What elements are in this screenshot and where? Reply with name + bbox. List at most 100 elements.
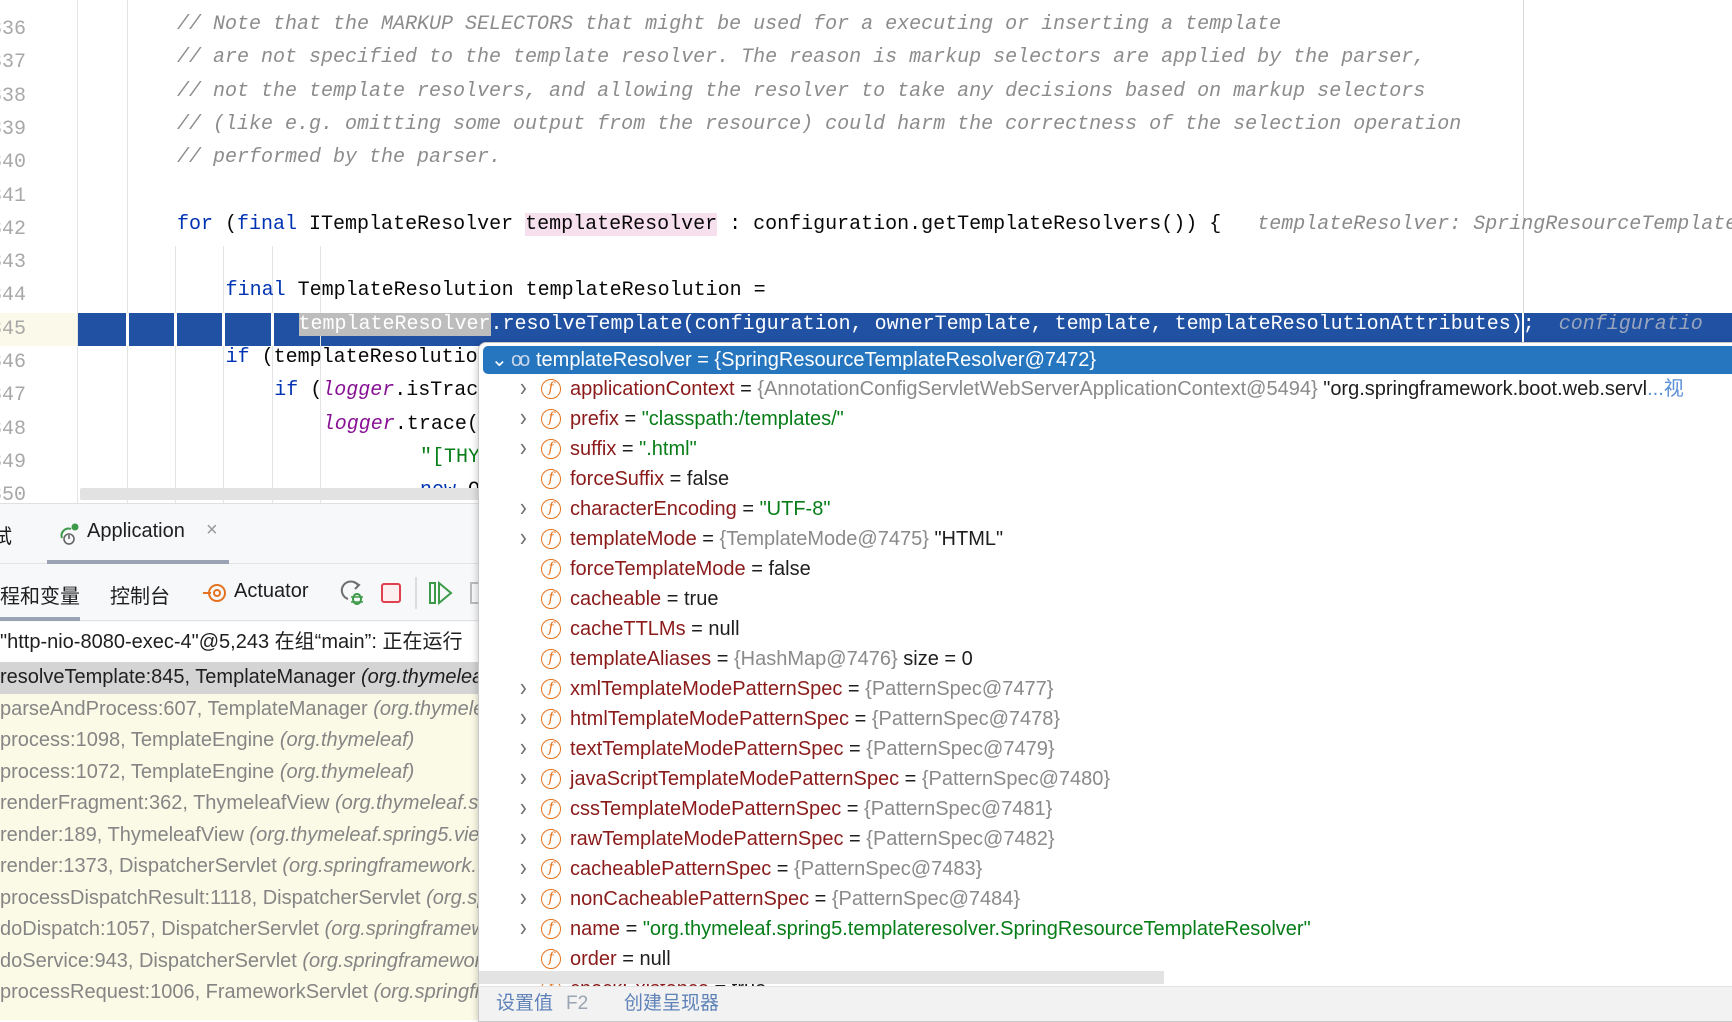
variable-field-row[interactable]: › f prefix = "classpath:/templates/" bbox=[479, 402, 1732, 434]
variable-field-row[interactable]: › f name = "org.thymeleaf.spring5.template… bbox=[479, 912, 1732, 944]
chevron-right-icon[interactable]: › bbox=[520, 882, 527, 912]
popup-root-row[interactable]: ⌄ oo templateResolver = {SpringResourceT… bbox=[483, 346, 1732, 374]
stack-frame[interactable]: process:1072, TemplateEngine (org.thymel… bbox=[0, 757, 478, 789]
chevron-down-icon[interactable]: ⌄ bbox=[491, 346, 508, 374]
line-number: 844 bbox=[0, 284, 26, 308]
create-renderer-link[interactable]: 创建呈现器 bbox=[624, 987, 719, 1021]
stack-frame[interactable]: resolveTemplate:845, TemplateManager (or… bbox=[0, 662, 478, 694]
code-line[interactable]: // performed by the parser. bbox=[177, 146, 501, 179]
indent-guide bbox=[77, 0, 78, 503]
code-line[interactable]: if (logger.isTrac bbox=[274, 379, 478, 412]
field-icon: f bbox=[541, 619, 561, 639]
field-name: cacheable bbox=[570, 588, 662, 610]
tab-actuator[interactable]: Actuator bbox=[234, 580, 308, 603]
chevron-right-icon[interactable]: › bbox=[520, 522, 527, 552]
code-line[interactable]: for (final ITemplateResolver templateRes… bbox=[177, 212, 1732, 246]
resume-icon[interactable] bbox=[428, 580, 454, 606]
chevron-right-icon[interactable]: › bbox=[520, 432, 527, 462]
code-line[interactable]: // (like e.g. omitting some output from … bbox=[177, 113, 1461, 146]
variable-field-row[interactable]: › f characterEncoding = "UTF-8" bbox=[479, 492, 1732, 524]
field-name: templateMode bbox=[570, 528, 697, 550]
variable-field-row[interactable]: › f suffix = ".html" bbox=[479, 432, 1732, 464]
variable-field-row[interactable]: › f htmlTemplateModePatternSpec = {Pattern… bbox=[479, 702, 1732, 734]
stack-frame[interactable]: processRequest:1006, FrameworkServlet (o… bbox=[0, 977, 478, 1009]
code-line[interactable]: logger.trace( bbox=[323, 413, 478, 446]
chevron-right-icon[interactable]: › bbox=[520, 762, 527, 792]
field-value: {PatternSpec@7480} bbox=[921, 768, 1111, 790]
chevron-right-icon[interactable]: › bbox=[520, 732, 527, 762]
stack-frame[interactable]: doDispatch:1057, DispatcherServlet (org.… bbox=[0, 914, 478, 946]
line-number: 839 bbox=[0, 117, 26, 141]
equals-sign: = bbox=[616, 438, 640, 460]
field-value: false bbox=[686, 468, 730, 490]
field-icon: f bbox=[541, 829, 561, 849]
code-line[interactable]: if (templateResolutio bbox=[226, 346, 478, 379]
code-line[interactable]: final TemplateResolution templateResolut… bbox=[226, 279, 766, 312]
variable-field-row[interactable]: f templateAliases = {HashMap@7476} size =… bbox=[479, 644, 1732, 674]
field-text: cacheablePatternSpec = {PatternSpec@7483… bbox=[570, 854, 982, 884]
variable-field-row[interactable]: › f templateMode = {TemplateMode@7475} "HT… bbox=[479, 522, 1732, 554]
variable-field-row[interactable]: f forceSuffix = false bbox=[479, 464, 1732, 494]
line-number: 847 bbox=[0, 384, 26, 408]
variable-field-row[interactable]: › f nonCacheablePatternSpec = {PatternSpec… bbox=[479, 882, 1732, 914]
variable-field-row[interactable]: f forceTemplateMode = false bbox=[479, 554, 1732, 584]
stack-frame[interactable]: processDispatchResult:1118, DispatcherSe… bbox=[0, 883, 478, 915]
variable-field-row[interactable]: › f cacheablePatternSpec = {PatternSpec@74… bbox=[479, 852, 1732, 884]
tab-threads-variables[interactable]: 程和变量 bbox=[0, 580, 80, 609]
variable-field-row[interactable]: f cacheable = true bbox=[479, 584, 1732, 614]
frame-package: (org.thymeleaf) bbox=[279, 760, 415, 783]
stack-frame[interactable]: renderFragment:362, ThymeleafView (org.t… bbox=[0, 788, 478, 820]
variable-field-row[interactable]: › f applicationContext = {AnnotationConfig… bbox=[479, 372, 1732, 404]
variable-field-row[interactable]: › f cssTemplateModePatternSpec = {PatternS… bbox=[479, 792, 1732, 824]
line-number: 838 bbox=[0, 84, 26, 108]
field-text: cacheable = true bbox=[570, 584, 718, 614]
variable-field-row[interactable]: › f javaScriptTemplateModePatternSpec = {P… bbox=[479, 762, 1732, 794]
field-text: forceTemplateMode = false bbox=[570, 554, 811, 584]
field-value[interactable]: ...视 bbox=[1647, 378, 1684, 400]
code-line[interactable]: templateResolver.resolveTemplate(configu… bbox=[298, 312, 1703, 346]
chevron-right-icon[interactable]: › bbox=[520, 672, 527, 702]
indent-separator bbox=[222, 313, 225, 346]
tab-application[interactable]: Application bbox=[87, 520, 185, 543]
tab-debug[interactable]: 试 bbox=[0, 520, 12, 549]
code-line[interactable]: // not the template resolvers, and allow… bbox=[177, 80, 1425, 113]
chevron-right-icon[interactable]: › bbox=[520, 492, 527, 522]
pause-icon[interactable] bbox=[470, 582, 478, 604]
field-name: cacheTTLMs bbox=[570, 618, 686, 640]
frame-package: (org.thymeleaf.spring5.view) bbox=[335, 792, 478, 814]
variable-field-row[interactable]: › f xmlTemplateModePatternSpec = {PatternS… bbox=[479, 672, 1732, 704]
chevron-right-icon[interactable]: › bbox=[520, 822, 527, 852]
chevron-right-icon[interactable]: › bbox=[520, 912, 527, 942]
stack-frame[interactable]: doService:943, DispatcherServlet (org.sp… bbox=[0, 946, 478, 978]
close-tab-icon[interactable]: × bbox=[206, 519, 218, 542]
code-token: // performed by the parser. bbox=[177, 146, 502, 170]
field-text: nonCacheablePatternSpec = {PatternSpec@7… bbox=[570, 884, 1020, 914]
field-name: name bbox=[570, 918, 621, 940]
variable-field-row[interactable]: › f textTemplateModePatternSpec = {Pattern… bbox=[479, 732, 1732, 764]
chevron-right-icon[interactable]: › bbox=[520, 372, 527, 402]
field-name: cacheablePatternSpec bbox=[570, 858, 772, 880]
stack-frame[interactable]: render:189, ThymeleafView (org.thymeleaf… bbox=[0, 820, 478, 852]
variable-field-row[interactable]: › f rawTemplateModePatternSpec = {PatternS… bbox=[479, 822, 1732, 854]
code-line[interactable]: "[THY bbox=[420, 446, 478, 479]
popup-horizontal-scrollbar[interactable] bbox=[479, 971, 1164, 984]
chevron-right-icon[interactable]: › bbox=[520, 402, 527, 432]
chevron-right-icon[interactable]: › bbox=[520, 702, 527, 732]
editor-horizontal-scrollbar[interactable] bbox=[80, 488, 480, 500]
code-line[interactable]: // are not specified to the template res… bbox=[177, 46, 1425, 79]
stack-frame[interactable]: render:1373, DispatcherServlet (org.spri… bbox=[0, 851, 478, 883]
thread-selector[interactable]: "http-nio-8080-exec-4"@5,243 在组“main”: 正… bbox=[0, 622, 478, 662]
stack-frame[interactable]: parseAndProcess:607, TemplateManager (or… bbox=[0, 694, 478, 726]
set-value-link[interactable]: 设置值 bbox=[496, 987, 553, 1021]
variable-field-row[interactable]: f order = null bbox=[479, 944, 1732, 974]
code-line[interactable]: // Note that the MARKUP SELECTORS that m… bbox=[177, 13, 1281, 46]
variable-field-row[interactable]: f cacheTTLMs = null bbox=[479, 614, 1732, 644]
field-icon: f bbox=[541, 949, 561, 969]
code-token: // are not specified to the template res… bbox=[177, 46, 1426, 70]
rerun-debug-icon[interactable] bbox=[340, 579, 366, 607]
chevron-right-icon[interactable]: › bbox=[520, 852, 527, 882]
stop-icon[interactable] bbox=[381, 583, 401, 603]
stack-frame[interactable]: process:1098, TemplateEngine (org.thymel… bbox=[0, 725, 478, 757]
chevron-right-icon[interactable]: › bbox=[520, 792, 527, 822]
tab-console[interactable]: 控制台 bbox=[110, 580, 170, 609]
